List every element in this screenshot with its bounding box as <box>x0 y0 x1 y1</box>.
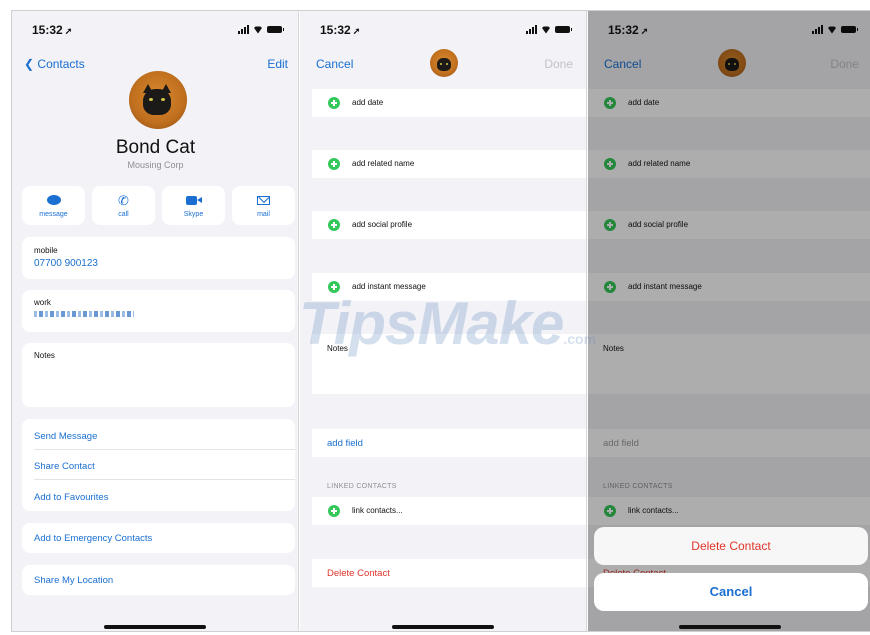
call-action-button[interactable]: ✆ call <box>92 186 155 225</box>
chevron-left-icon: ❮ <box>24 57 35 71</box>
notes-label: Notes <box>34 351 55 360</box>
mail-action-button[interactable]: mail <box>232 186 295 225</box>
add-plus-icon <box>328 158 340 170</box>
add-plus-icon <box>328 505 340 517</box>
add-related-name-row[interactable]: add related name <box>312 150 586 178</box>
cat-photo <box>437 58 451 71</box>
signal-icon <box>526 25 537 34</box>
actions-list: Send Message Share Contact Add to Favour… <box>22 419 295 511</box>
add-to-favourites-link[interactable]: Add to Favourites <box>34 492 108 503</box>
add-plus-icon <box>328 219 340 231</box>
add-plus-icon <box>328 97 340 109</box>
confirm-delete-contact-button[interactable]: Delete Contact <box>594 527 868 565</box>
work-label: work <box>34 298 51 307</box>
wifi-icon <box>253 26 263 34</box>
share-my-location-link[interactable]: Share My Location <box>34 575 113 586</box>
screenshot-frame: 15:32 ➚ ❮ Contacts Edit Bond Cat Mousing … <box>11 10 870 632</box>
redacted-email <box>34 311 134 317</box>
location-arrow-icon: ➚ <box>64 26 73 36</box>
add-social-profile-row[interactable]: add social profile <box>312 211 586 239</box>
edit-button[interactable]: Edit <box>267 57 288 71</box>
status-time: 15:32 ➚ <box>320 23 361 37</box>
signal-icon <box>238 25 249 34</box>
delete-contact-row[interactable]: Delete Contact <box>312 559 586 587</box>
quick-actions: message ✆ call Skype mail <box>22 186 295 225</box>
notes-card[interactable]: Notes <box>22 343 295 407</box>
battery-icon <box>267 26 284 33</box>
work-card[interactable]: work <box>22 290 295 332</box>
status-time: 15:32 ➚ <box>32 23 73 37</box>
contact-detail-screen: 15:32 ➚ ❮ Contacts Edit Bond Cat Mousing … <box>12 11 299 631</box>
location-arrow-icon: ➚ <box>352 26 361 36</box>
wifi-icon <box>541 26 551 34</box>
avatar-small[interactable] <box>430 49 458 77</box>
send-message-link[interactable]: Send Message <box>34 431 97 442</box>
contact-name: Bond Cat <box>115 137 196 158</box>
contact-company: Mousing Corp <box>127 160 184 170</box>
back-label: Contacts <box>37 57 85 71</box>
battery-icon <box>555 26 572 33</box>
video-camera-icon <box>162 194 225 208</box>
envelope-icon <box>232 194 295 208</box>
add-date-row[interactable]: add date <box>312 89 586 117</box>
watermark-logo: TipsMake.com <box>299 290 597 357</box>
emergency-card: Add to Emergency Contacts <box>22 523 295 553</box>
status-bar: 15:32 ➚ <box>300 23 586 41</box>
location-card: Share My Location <box>22 565 295 595</box>
delete-confirm-screen: 15:32 ➚ Cancel Done add date add related … <box>588 11 870 631</box>
home-indicator[interactable] <box>104 625 206 629</box>
skype-action-button[interactable]: Skype <box>162 186 225 225</box>
avatar <box>129 71 187 129</box>
linked-contacts-header: LINKED CONTACTS <box>327 483 397 490</box>
add-field-row[interactable]: add field <box>312 429 586 457</box>
home-indicator[interactable] <box>679 625 781 629</box>
phone-icon: ✆ <box>118 193 129 208</box>
cat-photo <box>143 83 171 115</box>
action-sheet-cancel-button[interactable]: Cancel <box>594 573 868 611</box>
back-to-contacts-button[interactable]: ❮ Contacts <box>24 57 85 71</box>
status-bar: 15:32 ➚ <box>12 23 298 41</box>
mobile-label: mobile <box>34 246 58 255</box>
message-action-button[interactable]: message <box>22 186 85 225</box>
share-contact-link[interactable]: Share Contact <box>34 461 95 472</box>
done-button[interactable]: Done <box>544 57 573 71</box>
mobile-card[interactable]: mobile 07700 900123 <box>22 237 295 279</box>
home-indicator[interactable] <box>392 625 494 629</box>
add-emergency-contacts-link[interactable]: Add to Emergency Contacts <box>34 533 152 544</box>
cancel-button[interactable]: Cancel <box>316 57 353 71</box>
mobile-number[interactable]: 07700 900123 <box>34 258 98 269</box>
message-bubble-icon <box>22 194 85 208</box>
link-contacts-row[interactable]: link contacts... <box>312 497 586 525</box>
